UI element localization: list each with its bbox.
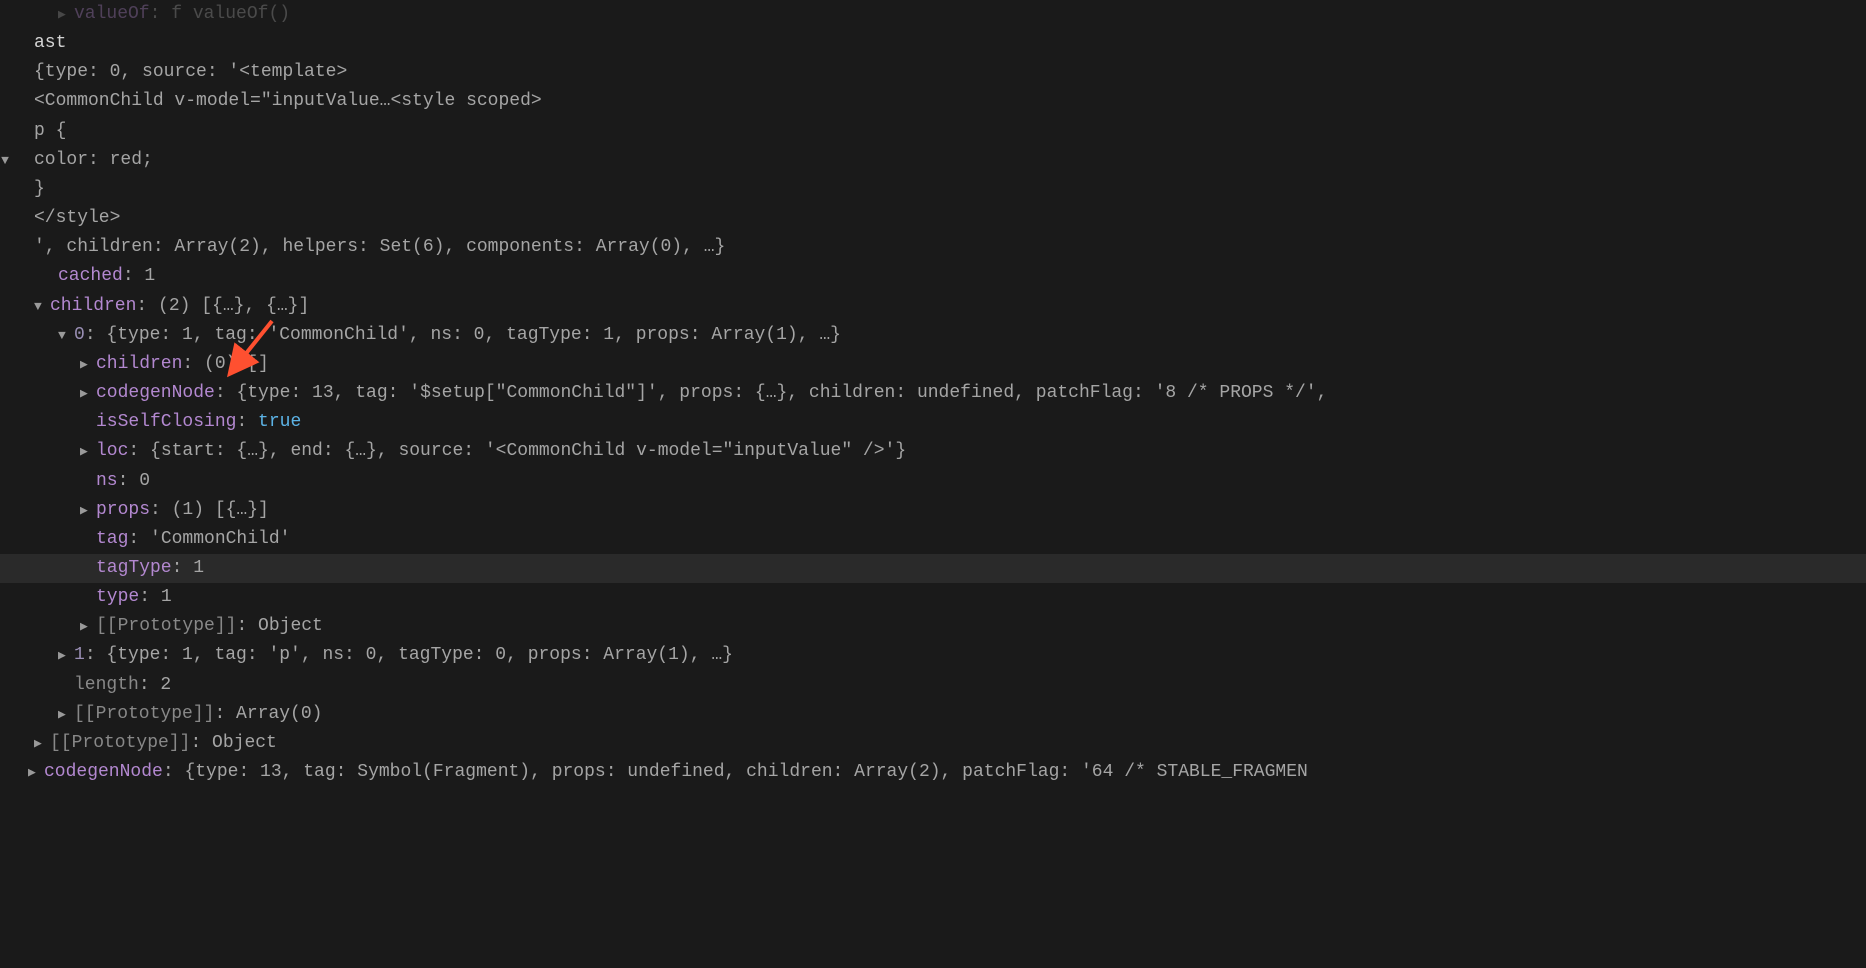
property-value: (0) [] [204, 354, 269, 374]
chevron-right-icon[interactable]: ▶ [80, 383, 96, 404]
source-content: } [34, 175, 1866, 204]
chevron-down-icon[interactable]: ▼ [0, 150, 10, 171]
object-row-children-inner[interactable]: ▶ children: (0) [] [0, 350, 1866, 379]
chevron-right-icon[interactable]: ▶ [34, 733, 50, 754]
source-preview-line: p { [0, 117, 1866, 146]
source-content: <CommonChild v-model="inputValue…<style … [34, 87, 1866, 116]
object-row-codegenNode[interactable]: ▶ codegenNode: {type: 13, tag: '$setup["… [0, 379, 1866, 408]
object-row-loc[interactable]: ▶ loc: {start: {…}, end: {…}, source: '<… [0, 437, 1866, 466]
object-row-type[interactable]: ▶ type: 1 [0, 583, 1866, 612]
array-index: 1 [74, 645, 85, 665]
property-key: children [96, 354, 182, 374]
source-content: p { [34, 117, 1866, 146]
property-key: [[Prototype]] [96, 616, 236, 636]
property-key: isSelfClosing [96, 412, 236, 432]
property-value: {type: 13, tag: '$setup["CommonChild"]',… [236, 383, 1327, 403]
chevron-right-icon[interactable]: ▶ [80, 500, 96, 521]
property-value: (1) [{…}] [172, 500, 269, 520]
property-value: {type: 1, tag: 'CommonChild', ns: 0, tag… [106, 325, 841, 345]
property-key: valueOf [74, 4, 150, 24]
chevron-down-icon[interactable]: ▼ [34, 296, 50, 317]
chevron-right-icon[interactable]: ▶ [58, 4, 74, 25]
property-key: [[Prototype]] [50, 733, 190, 753]
property-value: {start: {…}, end: {…}, source: '<CommonC… [150, 441, 906, 461]
object-row-child-1[interactable]: ▶ 1: {type: 1, tag: 'p', ns: 0, tagType:… [0, 641, 1866, 670]
array-index: 0 [74, 325, 85, 345]
source-preview-line: } [0, 175, 1866, 204]
source-preview-line: </style> [0, 204, 1866, 233]
property-key: loc [96, 441, 128, 461]
property-key: codegenNode [44, 762, 163, 782]
object-row-ns[interactable]: ▶ ns: 0 [0, 467, 1866, 496]
chevron-right-icon[interactable]: ▶ [80, 441, 96, 462]
ast-label: ast [34, 29, 1866, 58]
chevron-right-icon[interactable]: ▶ [58, 704, 74, 725]
chevron-right-icon[interactable]: ▶ [80, 354, 96, 375]
property-value: (2) [{…}, {…}] [158, 296, 309, 316]
property-value: Object [258, 616, 323, 636]
property-value: true [258, 412, 301, 432]
property-value: 1 [144, 266, 155, 286]
object-row-codegenNode-root[interactable]: ▶ codegenNode: {type: 13, tag: Symbol(Fr… [0, 758, 1866, 787]
object-row-prototype-obj[interactable]: ▶ [[Prototype]]: Object [0, 729, 1866, 758]
property-key: [[Prototype]] [74, 704, 214, 724]
object-row-tag[interactable]: ▶ tag: 'CommonChild' [0, 525, 1866, 554]
property-key: ns [96, 471, 118, 491]
property-key: tag [96, 529, 128, 549]
chevron-down-icon[interactable]: ▼ [58, 325, 74, 346]
object-row-prototype[interactable]: ▶ [[Prototype]]: Object [0, 612, 1866, 641]
source-preview-line[interactable]: {type: 0, source: '<template> [0, 58, 1866, 87]
property-key: length [74, 675, 139, 695]
object-preview-tail: ', children: Array(2), helpers: Set(6), … [0, 233, 1866, 262]
property-value: Array(0) [236, 704, 322, 724]
property-preview: : f valueOf() [150, 4, 290, 24]
object-row-cached[interactable]: cached: 1 [0, 262, 1866, 291]
property-key: children [50, 296, 136, 316]
object-row-children[interactable]: ▼ children: (2) [{…}, {…}] [0, 292, 1866, 321]
property-value: {type: 1, tag: 'p', ns: 0, tagType: 0, p… [106, 645, 733, 665]
source-preview-line: <CommonChild v-model="inputValue…<style … [0, 87, 1866, 116]
source-content: color: red; [34, 146, 1866, 175]
chevron-right-icon[interactable]: ▶ [80, 616, 96, 637]
chevron-right-icon[interactable]: ▶ [58, 645, 74, 666]
property-value: {type: 13, tag: Symbol(Fragment), props:… [184, 762, 1307, 782]
object-row-length[interactable]: ▶ length: 2 [0, 671, 1866, 700]
object-preview-tail-text: ', children: Array(2), helpers: Set(6), … [34, 233, 1866, 262]
object-row-prototype-array[interactable]: ▶ [[Prototype]]: Array(0) [0, 700, 1866, 729]
object-row-ast[interactable]: ast [0, 29, 1866, 58]
property-value: 1 [193, 558, 204, 578]
property-key: cached [58, 266, 123, 286]
object-row-child-0[interactable]: ▼ 0: {type: 1, tag: 'CommonChild', ns: 0… [0, 321, 1866, 350]
property-value: Object [212, 733, 277, 753]
source-content: </style> [34, 204, 1866, 233]
object-row-props[interactable]: ▶ props: (1) [{…}] [0, 496, 1866, 525]
property-value: 'CommonChild' [150, 529, 290, 549]
property-value: 0 [139, 471, 150, 491]
property-key: type [96, 587, 139, 607]
property-value: 2 [160, 675, 171, 695]
object-row-tagType[interactable]: ▶ tagType: 1 [0, 554, 1866, 583]
object-row-top[interactable]: ▶ valueOf: f valueOf() [0, 0, 1866, 29]
property-key: props [96, 500, 150, 520]
property-key: codegenNode [96, 383, 215, 403]
property-value: 1 [161, 587, 172, 607]
chevron-right-icon[interactable]: ▶ [28, 762, 44, 783]
object-preview: {type: 0, source: '<template> [34, 58, 1866, 87]
object-row-isSelfClosing[interactable]: ▶ isSelfClosing: true [0, 408, 1866, 437]
source-preview-line: ▼ color: red; [0, 146, 1866, 175]
property-key: tagType [96, 558, 172, 578]
